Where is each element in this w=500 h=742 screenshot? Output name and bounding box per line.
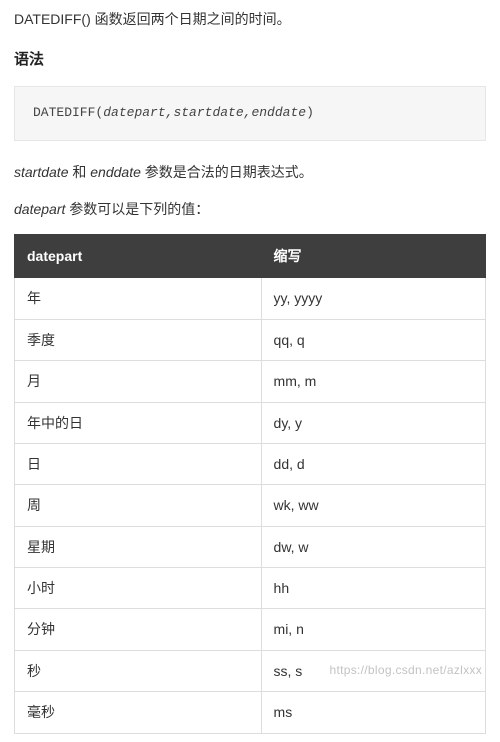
- cell-abbrev: hh: [261, 568, 485, 609]
- table-row: 星期dw, w: [15, 526, 486, 567]
- note-datepart: datepart 参数可以是下列的值：: [14, 198, 486, 220]
- table-row: 季度qq, q: [15, 319, 486, 360]
- syntax-heading: 语法: [14, 48, 486, 72]
- cell-datepart: 日: [15, 443, 262, 484]
- syntax-code-block: DATEDIFF(datepart,startdate,enddate): [14, 86, 486, 141]
- note1-em2: enddate: [90, 164, 141, 180]
- table-header-row: datepart 缩写: [15, 234, 486, 277]
- intro-text: DATEDIFF() 函数返回两个日期之间的时间。: [14, 8, 486, 30]
- cell-abbrev: ms: [261, 692, 485, 733]
- cell-datepart: 星期: [15, 526, 262, 567]
- cell-datepart: 年: [15, 278, 262, 319]
- cell-abbrev: mi, n: [261, 609, 485, 650]
- table-row: 小时hh: [15, 568, 486, 609]
- cell-abbrev: wk, ww: [261, 485, 485, 526]
- cell-datepart: 季度: [15, 319, 262, 360]
- cell-datepart: 分钟: [15, 609, 262, 650]
- datepart-table: datepart 缩写 年yy, yyyy 季度qq, q 月mm, m 年中的…: [14, 234, 486, 734]
- cell-datepart: 毫秒: [15, 692, 262, 733]
- table-row: 周wk, ww: [15, 485, 486, 526]
- table-header-datepart: datepart: [15, 234, 262, 277]
- table-header-abbrev: 缩写: [261, 234, 485, 277]
- note-startdate-enddate: startdate 和 enddate 参数是合法的日期表达式。: [14, 161, 486, 183]
- note1-em1: startdate: [14, 164, 68, 180]
- syntax-fn: DATEDIFF: [33, 105, 95, 120]
- cell-datepart: 年中的日: [15, 402, 262, 443]
- note1-mid: 和: [68, 164, 90, 180]
- cell-abbrev: dw, w: [261, 526, 485, 567]
- syntax-args: datepart,startdate,enddate: [103, 105, 306, 120]
- cell-abbrev: yy, yyyy: [261, 278, 485, 319]
- table-row: 分钟mi, n: [15, 609, 486, 650]
- table-row: 月mm, m: [15, 361, 486, 402]
- cell-datepart: 小时: [15, 568, 262, 609]
- cell-abbrev: dy, y: [261, 402, 485, 443]
- table-row: 年yy, yyyy: [15, 278, 486, 319]
- note1-post: 参数是合法的日期表达式。: [141, 164, 313, 180]
- cell-abbrev: qq, q: [261, 319, 485, 360]
- cell-abbrev: dd, d: [261, 443, 485, 484]
- cell-abbrev: mm, m: [261, 361, 485, 402]
- note2-em: datepart: [14, 201, 65, 217]
- cell-datepart: 周: [15, 485, 262, 526]
- table-row: 年中的日dy, y: [15, 402, 486, 443]
- cell-datepart: 月: [15, 361, 262, 402]
- note2-post: 参数可以是下列的值：: [65, 201, 209, 217]
- table-row: 毫秒ms: [15, 692, 486, 733]
- syntax-close: ): [306, 105, 314, 120]
- table-row: 日dd, d: [15, 443, 486, 484]
